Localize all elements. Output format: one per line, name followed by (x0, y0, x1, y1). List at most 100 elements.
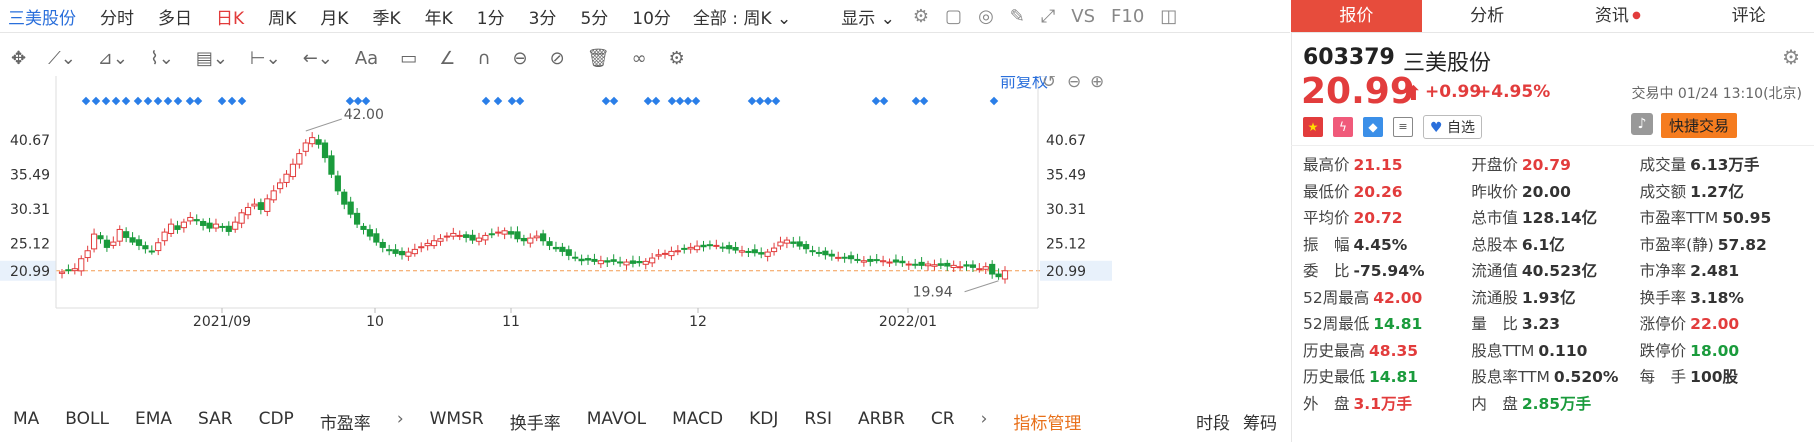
indicator-11[interactable]: RSI (804, 409, 832, 434)
eye-icon[interactable]: ⊖ (513, 48, 528, 69)
indicator-13[interactable]: CR (931, 409, 955, 434)
period-9[interactable]: 5分 (580, 4, 608, 29)
indicator-12[interactable]: ARBR (858, 409, 905, 434)
indicator-6[interactable]: WMSR (430, 409, 484, 434)
quote-row: 历史最高 48.35 股息TTM 0.110 跌停价 18.00 (1303, 337, 1808, 364)
pencil-icon[interactable]: ✎ (1010, 6, 1025, 27)
period-6[interactable]: 年K (425, 4, 453, 29)
comment-icon[interactable]: ▭ (400, 48, 417, 69)
indicator-0[interactable]: MA (13, 409, 39, 434)
period-2[interactable]: 日K (216, 4, 244, 29)
display-menu[interactable]: 显示 ⌄ (841, 4, 895, 29)
kline-chart[interactable]: 40.67 40.67 35.49 35.49 30.31 30.31 25.12 25.12… (0, 76, 1290, 398)
range-select[interactable]: 全部 : 周K ⌄ (693, 4, 791, 29)
line-tool-icon[interactable]: ⟋⌄ (48, 48, 76, 69)
chips-button[interactable]: 筹码 (1243, 409, 1277, 434)
price-tick-left: 35.49 (10, 167, 50, 183)
event-marker-icon (133, 96, 143, 106)
reset-icon[interactable]: ↺ (1042, 76, 1056, 92)
period-0[interactable]: 分时 (100, 4, 134, 29)
box-select-icon[interactable]: ▢ (945, 6, 962, 27)
zoom-in-icon[interactable]: ⊕ (1090, 76, 1104, 92)
candle-body (956, 266, 964, 269)
link-icon[interactable]: ∞ (632, 48, 647, 69)
angle-icon[interactable]: ∠ (439, 48, 455, 69)
chevron-right-icon[interactable]: › (397, 409, 404, 434)
tab-news[interactable]: 资讯 ● (1553, 0, 1684, 32)
tag-icon[interactable]: ◆ (1363, 117, 1383, 137)
indicator-manage-button[interactable]: 指标管理 (1013, 409, 1081, 434)
event-marker-icon (651, 96, 661, 106)
candle-body (796, 241, 803, 247)
vs-button[interactable]: VS (1071, 6, 1095, 27)
quote-settings-icon[interactable]: ⚙ (1782, 45, 1800, 69)
candle-body (681, 247, 688, 250)
quote-value: 20.26 (1353, 182, 1403, 201)
period-5[interactable]: 季K (372, 4, 400, 29)
x-label: 11 (502, 314, 520, 330)
candle-body (142, 245, 149, 250)
quote-cell: 市盈率TTM 50.95 (1640, 206, 1808, 228)
period-range-button[interactable]: 时段 (1196, 409, 1230, 434)
indicator-9[interactable]: MACD (672, 409, 723, 434)
indicator-1[interactable]: BOLL (65, 409, 109, 434)
candle-body (103, 239, 111, 248)
text-tool-icon[interactable]: Aa (355, 48, 378, 69)
quote-cell: 流通值 40.523亿 (1471, 259, 1639, 281)
hide-icon[interactable]: ⊘ (550, 48, 565, 69)
move-icon[interactable]: ✥ (11, 48, 26, 69)
watchlist-button[interactable]: ♥ 自选 (1423, 115, 1483, 139)
fib-tool-icon[interactable]: ▤⌄ (196, 48, 228, 69)
trash-icon[interactable]: 🗑 (587, 48, 610, 69)
indicator-5[interactable]: 市盈率 (320, 409, 371, 434)
indicator-2[interactable]: EMA (135, 409, 172, 434)
indicator-4[interactable]: CDP (259, 409, 294, 434)
chevron-right-icon[interactable]: › (981, 409, 988, 434)
quote-label: 涨停价 (1639, 315, 1687, 334)
tab-analysis[interactable]: 分析 (1422, 0, 1553, 32)
channel-tool-icon[interactable]: ⊿⌄ (98, 48, 128, 69)
bell-icon[interactable]: ♪ (1631, 113, 1653, 135)
period-7[interactable]: 1分 (477, 4, 505, 29)
indicator-3[interactable]: SAR (198, 409, 233, 434)
quote-value: 40.523亿 (1521, 262, 1598, 281)
stock-name[interactable]: 三美股份 (8, 4, 76, 29)
indicator-7[interactable]: 换手率 (510, 409, 561, 434)
panel-toggle-icon[interactable]: ◫ (1160, 6, 1177, 27)
zoom-out-icon[interactable]: ⊖ (1067, 76, 1081, 92)
indicator-8[interactable]: MAVOL (587, 409, 646, 434)
quote-cell: 市盈率(静) 57.82 (1640, 233, 1808, 255)
period-4[interactable]: 月K (320, 4, 348, 29)
period-1[interactable]: 多日 (158, 4, 192, 29)
camera-icon[interactable]: ◎ (978, 6, 994, 27)
fullscreen-icon[interactable]: ⤢ (1041, 6, 1055, 27)
period-10[interactable]: 10分 (632, 4, 671, 29)
range-tool-icon[interactable]: ⊢⌄ (250, 48, 281, 69)
indicator-10[interactable]: KDJ (749, 409, 778, 434)
quick-trade-button[interactable]: 快捷交易 (1661, 113, 1738, 138)
candle-body (822, 250, 829, 256)
quote-cell: 昨收价 20.00 (1471, 180, 1639, 202)
draw-settings-icon[interactable]: ⚙ (669, 48, 685, 69)
event-marker-icon (879, 96, 889, 106)
shortcut-icon[interactable]: ϟ (1333, 117, 1353, 137)
magnet-icon[interactable]: ∩ (477, 48, 490, 69)
f10-button[interactable]: F10 (1111, 6, 1144, 27)
quote-label: 最高价 (1303, 156, 1350, 175)
quote-cell: 跌停价 18.00 (1640, 339, 1808, 361)
price-tick-right: 20.99 (1046, 264, 1086, 280)
candle-body (976, 268, 983, 271)
note-icon[interactable]: ≡ (1393, 117, 1413, 137)
wave-tool-icon[interactable]: ⌇⌄ (150, 48, 174, 69)
quote-row: 最高价 21.15 开盘价 20.79 成交量 6.13万手 (1303, 151, 1808, 178)
adjust-label[interactable]: 前复权 (1000, 76, 1048, 91)
period-3[interactable]: 周K (268, 4, 296, 29)
arrow-tool-icon[interactable]: ←⌄ (303, 48, 333, 69)
settings-icon[interactable]: ⚙ (913, 6, 929, 27)
price-tick-right: 30.31 (1046, 202, 1086, 218)
tab-comments[interactable]: 评论 (1683, 0, 1814, 32)
period-8[interactable]: 3分 (529, 4, 557, 29)
tab-quote[interactable]: 报价 (1291, 0, 1422, 32)
candle-body (809, 250, 816, 253)
candle-body (379, 241, 386, 248)
